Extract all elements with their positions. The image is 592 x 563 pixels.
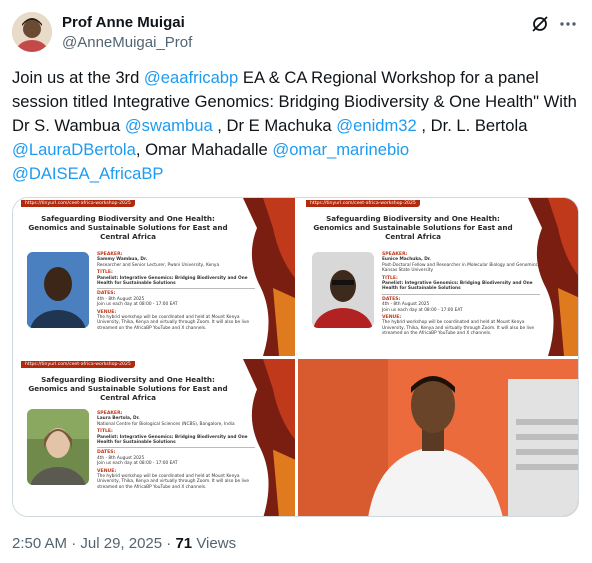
views-label: Views xyxy=(192,535,237,552)
tweet-text: Join us at the 3rd @eaafricabp EA & CA R… xyxy=(12,66,580,186)
separator: · xyxy=(162,535,176,552)
speaker-card-image[interactable]: https://tinyurl.com/ceet-africa-workshop… xyxy=(13,198,295,356)
author-name[interactable]: Prof Anne Muigai xyxy=(62,14,185,31)
card-title: Safeguarding Biodiversity and One Health… xyxy=(28,375,228,402)
speaker-photo xyxy=(27,252,89,328)
talk-title: Panelist: Integrative Genomics: Bridging… xyxy=(97,275,248,287)
venue-value: The hybrid workshop will be coordinated … xyxy=(382,320,535,337)
speaker-photo-image[interactable] xyxy=(298,359,578,516)
venue-value: The hybrid workshop will be coordinated … xyxy=(97,315,250,331)
author-handle[interactable]: @AnneMuigai_Prof xyxy=(62,34,192,51)
workshop-url: https://tinyurl.com/ceet-africa-workshop… xyxy=(21,200,135,207)
omar-mahadalle-photo xyxy=(298,359,578,516)
mention-link[interactable]: @LauraDBertola xyxy=(12,140,136,159)
speaker-details: SPEAKER: Laura Bertola, Dr. National Cen… xyxy=(97,409,255,490)
text-segment: , Omar Mahadalle xyxy=(135,140,273,159)
tweet-date[interactable]: Jul 29, 2025 xyxy=(80,535,162,552)
speaker-details: SPEAKER: Eunice Machuka, Dr. Post-Doctor… xyxy=(382,250,540,337)
tweet-time[interactable]: 2:50 AM xyxy=(12,535,67,552)
speaker-details: SPEAKER: Sammy Wambua, Dr. Researcher an… xyxy=(97,250,255,331)
tweet-timestamp: 2:50 AM · Jul 29, 2025 · 71 Views xyxy=(12,535,236,552)
card-title: Safeguarding Biodiversity and One Health… xyxy=(313,214,513,241)
speaker-photo xyxy=(27,409,89,485)
speaker-role: National Centre for Biological Sciences … xyxy=(97,421,235,427)
avatar-photo xyxy=(12,12,52,52)
mention-link[interactable]: @swambua xyxy=(125,116,213,135)
grok-icon[interactable] xyxy=(530,14,550,34)
mention-link[interactable]: @enidm32 xyxy=(336,116,417,135)
text-segment: Join us at the 3rd xyxy=(12,68,144,87)
workshop-url: https://tinyurl.com/ceet-africa-workshop… xyxy=(21,361,135,368)
avatar[interactable] xyxy=(12,12,52,52)
tweet-header: Prof Anne Muigai @AnneMuigai_Prof xyxy=(12,8,580,56)
speaker-photo xyxy=(312,252,374,328)
text-segment: , Dr E Machuka xyxy=(212,116,337,135)
workshop-url: https://tinyurl.com/ceet-africa-workshop… xyxy=(306,200,420,207)
time-value: Join us each day at 08:00 - 17:00 EAT xyxy=(97,302,178,308)
speaker-card-image[interactable]: https://tinyurl.com/ceet-africa-workshop… xyxy=(298,198,578,356)
views-count[interactable]: 71 xyxy=(175,535,192,552)
more-icon[interactable] xyxy=(558,14,578,34)
card-title: Safeguarding Biodiversity and One Health… xyxy=(28,214,228,241)
speaker-role: Post-Doctoral Fellow and Researcher in M… xyxy=(382,262,539,274)
talk-title: Panelist: Integrative Genomics: Bridging… xyxy=(97,434,248,446)
time-value: Join us each day at 08:00 - 17:00 EAT xyxy=(382,307,463,313)
time-value: Join us each day at 08:00 - 17:00 EAT xyxy=(97,461,178,467)
talk-title: Panelist: Integrative Genomics: Bridging… xyxy=(382,281,533,292)
mention-link[interactable]: @omar_marinebio xyxy=(272,140,409,159)
mention-link[interactable]: @eaafricabp xyxy=(144,68,238,87)
speaker-role: Researcher and Senior Lecturer, Pwani Un… xyxy=(97,262,220,268)
separator: · xyxy=(67,535,81,552)
venue-value: The hybrid workshop will be coordinated … xyxy=(97,474,250,490)
mention-link[interactable]: @DAISEA_AfricaBP xyxy=(12,164,164,183)
text-segment: , Dr. L. Bertola xyxy=(416,116,528,135)
speaker-card-image[interactable]: https://tinyurl.com/ceet-africa-workshop… xyxy=(13,359,295,516)
media-grid: https://tinyurl.com/ceet-africa-workshop… xyxy=(12,197,579,517)
